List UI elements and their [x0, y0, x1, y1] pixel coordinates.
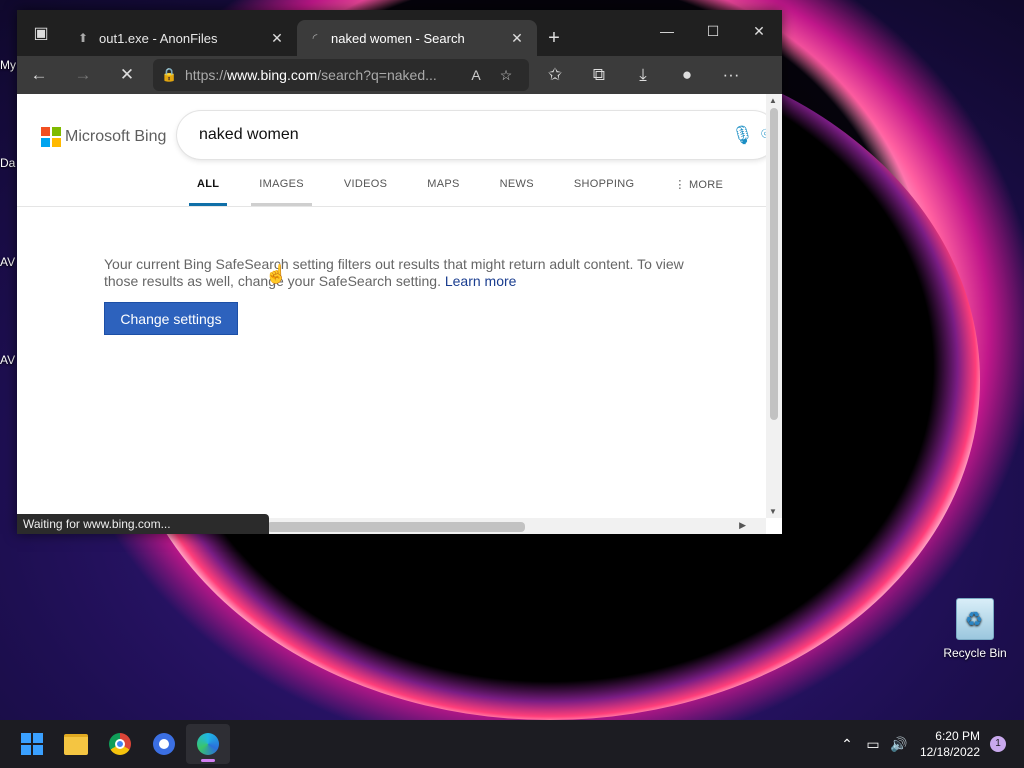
brave-button[interactable] — [142, 724, 186, 764]
search-query: naked women — [199, 126, 299, 143]
microsoft-logo-icon — [41, 127, 61, 147]
window-controls: — ☐ ✕ — [644, 10, 782, 52]
new-tab-button[interactable]: + — [537, 20, 571, 56]
more-label: MORE — [688, 179, 724, 191]
bing-logo[interactable]: Microsoft Bing — [41, 127, 166, 147]
scope-maps[interactable]: MAPS — [419, 170, 467, 206]
scroll-thumb[interactable] — [267, 522, 525, 532]
chrome-icon — [109, 733, 131, 755]
settings-more-icon[interactable]: ··· — [709, 56, 753, 94]
anonfiles-icon: ⬆ — [77, 31, 89, 45]
browser-window: ▣ ⬆ out1.exe - AnonFiles ✕ ◜ naked women… — [17, 10, 782, 534]
scope-all[interactable]: ALL — [189, 170, 228, 206]
logo-text: Microsoft Bing — [65, 128, 167, 145]
add-favorite-icon[interactable]: ☆ — [491, 67, 521, 84]
browser-toolbar: ← → ✕ 🔒 https://www.bing.com/search?q=na… — [17, 56, 782, 94]
brave-icon — [153, 733, 175, 755]
start-button[interactable] — [10, 724, 54, 764]
scope-more[interactable]: ⋮ MORE — [666, 170, 731, 206]
downloads-icon[interactable]: ⤓ — [621, 56, 665, 94]
profile-avatar[interactable]: ● — [665, 56, 709, 94]
volume-icon[interactable]: 🔊 — [886, 736, 912, 753]
scope-news[interactable]: NEWS — [492, 170, 542, 206]
page-content: Microsoft Bing naked women 🎙 ⌾ ALL IMAGE… — [17, 94, 766, 518]
close-icon[interactable]: ✕ — [507, 30, 527, 47]
chevron-up-icon[interactable]: ⌃ — [834, 736, 860, 753]
change-settings-button[interactable]: Change settings — [104, 302, 238, 335]
learn-more-link[interactable]: Learn more — [445, 273, 517, 289]
forward-button[interactable]: → — [61, 56, 105, 94]
read-aloud-icon[interactable]: A — [461, 67, 491, 83]
close-icon[interactable]: ✕ — [267, 30, 287, 47]
stop-loading-button[interactable]: ✕ — [105, 56, 149, 94]
scroll-thumb[interactable] — [770, 108, 778, 420]
scroll-up-icon[interactable]: ▲ — [769, 96, 777, 105]
bing-header: Microsoft Bing naked women 🎙 ⌾ ALL IMAGE… — [17, 94, 766, 207]
clock-date: 12/18/2022 — [919, 745, 980, 759]
safesearch-notice: Your current Bing SafeSearch setting fil… — [104, 256, 704, 290]
scroll-right-icon[interactable]: ▶ — [739, 520, 746, 531]
recycle-bin-icon — [956, 598, 994, 640]
taskbar: ⌃ ▭ 🔊 6:20 PM 12/18/2022 1 — [0, 720, 1024, 768]
more-dots-icon: ⋮ — [674, 179, 689, 191]
scope-videos[interactable]: VIDEOS — [336, 170, 395, 206]
status-bar: Waiting for www.bing.com... — [17, 514, 269, 534]
notification-badge[interactable]: 1 — [990, 736, 1006, 752]
tab-anonfiles[interactable]: ⬆ out1.exe - AnonFiles ✕ — [65, 20, 297, 56]
vertical-scrollbar[interactable]: ▲ ▼ — [766, 94, 782, 518]
network-icon[interactable]: ▭ — [860, 736, 886, 753]
logo-square — [52, 138, 61, 147]
minimize-icon[interactable]: — — [644, 10, 690, 52]
back-button[interactable]: ← — [17, 56, 61, 94]
scope-images[interactable]: IMAGES — [251, 170, 312, 206]
file-explorer-button[interactable] — [54, 724, 98, 764]
tab-title: naked women - Search — [331, 30, 465, 46]
chrome-button[interactable] — [98, 724, 142, 764]
lock-icon[interactable]: 🔒 — [161, 67, 185, 83]
url-text: https://www.bing.com/search?q=naked... — [185, 67, 437, 83]
title-bar: ▣ ⬆ out1.exe - AnonFiles ✕ ◜ naked women… — [17, 10, 782, 56]
collections-icon[interactable]: ⧉ — [577, 56, 621, 94]
hand-cursor-icon: ☝ — [265, 264, 288, 284]
safesearch-message: Your current Bing SafeSearch setting fil… — [104, 256, 684, 289]
tab-actions-icon[interactable]: ▣ — [17, 10, 65, 56]
recycle-bin[interactable]: Recycle Bin — [940, 598, 1010, 660]
microphone-icon[interactable]: 🎙 — [731, 125, 761, 146]
tab-bing-search[interactable]: ◜ naked women - Search ✕ — [297, 20, 537, 56]
search-input[interactable]: naked women 🎙 ⌾ — [177, 111, 766, 159]
favorites-icon[interactable]: ✩ — [533, 56, 577, 94]
edge-icon — [197, 733, 219, 755]
windows-logo-icon — [21, 733, 43, 755]
logo-square — [41, 138, 50, 147]
folder-icon — [64, 733, 88, 755]
edge-button[interactable] — [186, 724, 230, 764]
logo-square — [52, 127, 61, 136]
recycle-bin-label: Recycle Bin — [943, 646, 1007, 660]
scroll-down-icon[interactable]: ▼ — [769, 507, 777, 516]
loading-icon: ◜ — [312, 31, 318, 45]
system-tray: ⌃ ▭ 🔊 6:20 PM 12/18/2022 1 — [834, 720, 1006, 768]
scope-shopping[interactable]: SHOPPING — [566, 170, 642, 206]
logo-square — [41, 127, 50, 136]
clock[interactable]: 6:20 PM 12/18/2022 — [920, 728, 980, 760]
clock-time: 6:20 PM — [935, 729, 980, 743]
search-scopes: ALL IMAGES VIDEOS MAPS NEWS SHOPPING ⋮ M… — [189, 170, 755, 206]
close-window-icon[interactable]: ✕ — [736, 10, 782, 52]
address-bar[interactable]: 🔒 https://www.bing.com/search?q=naked...… — [153, 59, 529, 91]
tab-title: out1.exe - AnonFiles — [99, 30, 218, 46]
maximize-icon[interactable]: ☐ — [690, 10, 736, 52]
